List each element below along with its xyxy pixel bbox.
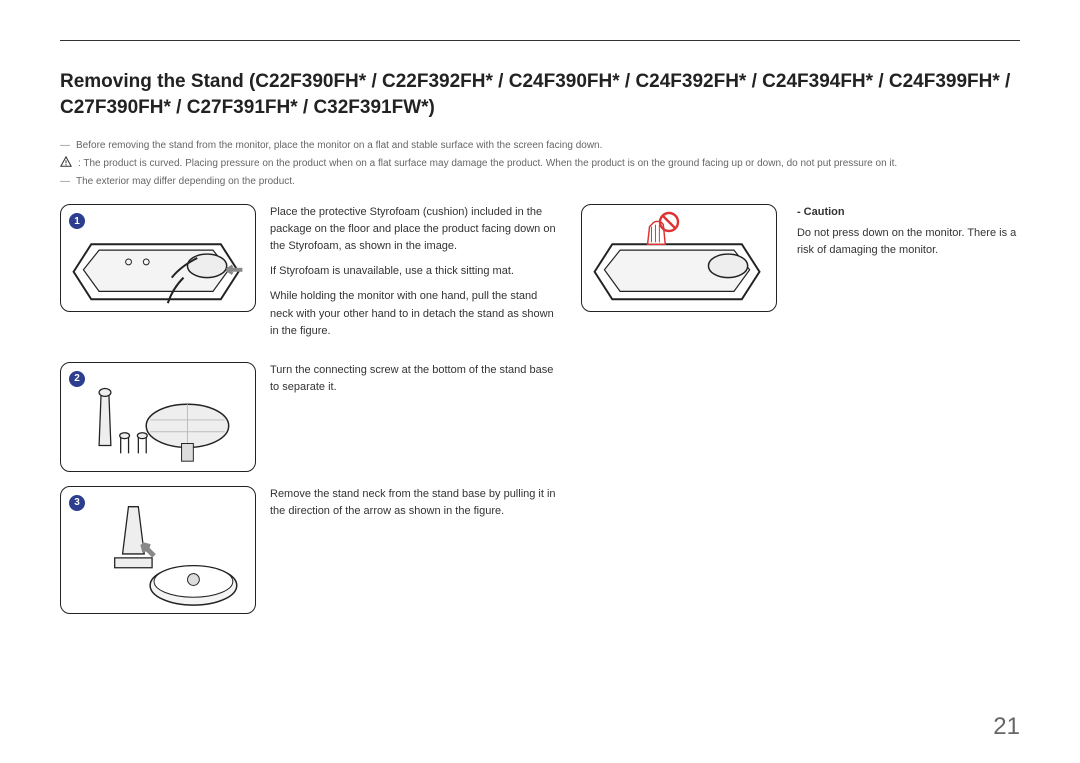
caution-body: Do not press down on the monitor. There … bbox=[797, 225, 1020, 259]
step-badge-3: 3 bbox=[69, 495, 85, 511]
step-1-p3: While holding the monitor with one hand,… bbox=[270, 288, 559, 339]
prohibit-icon bbox=[658, 211, 680, 233]
step-2: 2 bbox=[60, 362, 559, 472]
page-number: 21 bbox=[993, 713, 1020, 741]
note-text: The exterior may differ depending on the… bbox=[76, 174, 295, 190]
note-line-1: ― Before removing the stand from the mon… bbox=[60, 138, 1020, 154]
step-3-p1: Remove the stand neck from the stand bas… bbox=[270, 486, 559, 520]
top-rule bbox=[60, 40, 1020, 41]
content-row: 1 bbox=[60, 204, 1020, 613]
note-line-3: ― The exterior may differ depending on t… bbox=[60, 174, 1020, 190]
right-column: - Caution Do not press down on the monit… bbox=[581, 204, 1020, 312]
note-text: : The product is curved. Placing pressur… bbox=[78, 156, 897, 172]
monitor-on-foam-illustration bbox=[61, 205, 255, 311]
step-1-p1: Place the protective Styrofoam (cushion)… bbox=[270, 204, 559, 255]
left-column: 1 bbox=[60, 204, 559, 613]
figure-step-3: 3 bbox=[60, 486, 256, 614]
remove-neck-illustration bbox=[61, 487, 255, 613]
warning-triangle-icon bbox=[60, 156, 72, 168]
step-1-text: Place the protective Styrofoam (cushion)… bbox=[270, 204, 559, 347]
caution-title: - Caution bbox=[797, 204, 1020, 221]
step-3: 3 Remove the stand bbox=[60, 486, 559, 614]
stand-base-screw-illustration bbox=[61, 363, 255, 471]
dash-icon: ― bbox=[60, 138, 70, 154]
dash-icon: ― bbox=[60, 174, 70, 190]
step-2-text: Turn the connecting screw at the bottom … bbox=[270, 362, 559, 404]
figure-step-1: 1 bbox=[60, 204, 256, 312]
note-text: Before removing the stand from the monit… bbox=[76, 138, 602, 154]
step-2-p1: Turn the connecting screw at the bottom … bbox=[270, 362, 559, 396]
figure-caution bbox=[581, 204, 777, 312]
step-badge-2: 2 bbox=[69, 371, 85, 387]
note-line-2: : The product is curved. Placing pressur… bbox=[60, 156, 1020, 172]
step-1: 1 bbox=[60, 204, 559, 347]
notes-block: ― Before removing the stand from the mon… bbox=[60, 138, 1020, 190]
manual-page: Removing the Stand (C22F390FH* / C22F392… bbox=[0, 0, 1080, 763]
caution-text-block: - Caution Do not press down on the monit… bbox=[797, 204, 1020, 259]
figure-step-2: 2 bbox=[60, 362, 256, 472]
step-1-p2: If Styrofoam is unavailable, use a thick… bbox=[270, 263, 559, 280]
page-title: Removing the Stand (C22F390FH* / C22F392… bbox=[60, 69, 1020, 120]
step-3-text: Remove the stand neck from the stand bas… bbox=[270, 486, 559, 528]
